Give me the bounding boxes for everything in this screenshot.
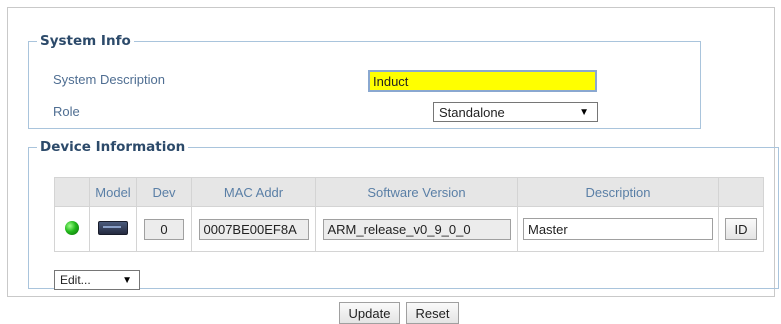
device-information-group: Device Information Model Dev MAC Addr So…	[28, 139, 779, 290]
mac-field: 0007BE00EF8A	[198, 218, 309, 240]
reset-button[interactable]: Reset	[406, 302, 459, 324]
column-header-status	[54, 177, 90, 207]
column-header-mac: MAC Addr	[191, 177, 316, 207]
column-header-actions	[718, 177, 764, 207]
mac-cell: 0007BE00EF8A	[191, 206, 316, 252]
software-version-cell: ARM_release_v0_9_0_0	[315, 206, 518, 252]
description-cell	[517, 206, 719, 252]
column-header-software-version: Software Version	[315, 177, 518, 207]
status-led-icon	[65, 220, 79, 235]
system-info-group: System Info System Description Role Stan…	[28, 33, 701, 129]
column-header-dev: Dev	[136, 177, 192, 207]
dev-field: 0	[144, 218, 184, 240]
status-cell	[54, 206, 90, 252]
settings-panel: System Info System Description Role Stan…	[7, 7, 779, 297]
dev-cell: 0	[136, 206, 192, 252]
edit-select[interactable]: Edit... ▼	[54, 270, 140, 290]
device-information-legend: Device Information	[40, 139, 186, 155]
system-info-legend: System Info	[40, 33, 131, 49]
model-cell	[89, 206, 137, 252]
role-select-value: Standalone	[439, 105, 505, 120]
device-table: Model Dev MAC Addr Software Version Desc…	[54, 177, 764, 252]
chevron-down-icon: ▼	[579, 107, 589, 118]
role-label: Role	[53, 104, 80, 119]
id-cell: ID	[718, 206, 764, 252]
device-table-header: Model Dev MAC Addr Software Version Desc…	[54, 177, 764, 207]
update-button[interactable]: Update	[339, 302, 400, 324]
role-select[interactable]: Standalone ▼	[433, 102, 598, 122]
column-header-model: Model	[89, 177, 137, 207]
system-description-input[interactable]	[368, 70, 597, 92]
edit-select-value: Edit...	[60, 273, 91, 287]
chevron-down-icon: ▼	[122, 275, 132, 286]
software-version-field: ARM_release_v0_9_0_0	[322, 218, 511, 240]
id-button[interactable]: ID	[725, 218, 757, 240]
table-row: 0 0007BE00EF8A ARM_release_v0_9_0_0 ID	[54, 206, 764, 252]
system-description-label: System Description	[53, 72, 165, 87]
device-model-icon	[98, 220, 128, 235]
device-description-input[interactable]	[523, 218, 713, 240]
column-header-description: Description	[517, 177, 719, 207]
